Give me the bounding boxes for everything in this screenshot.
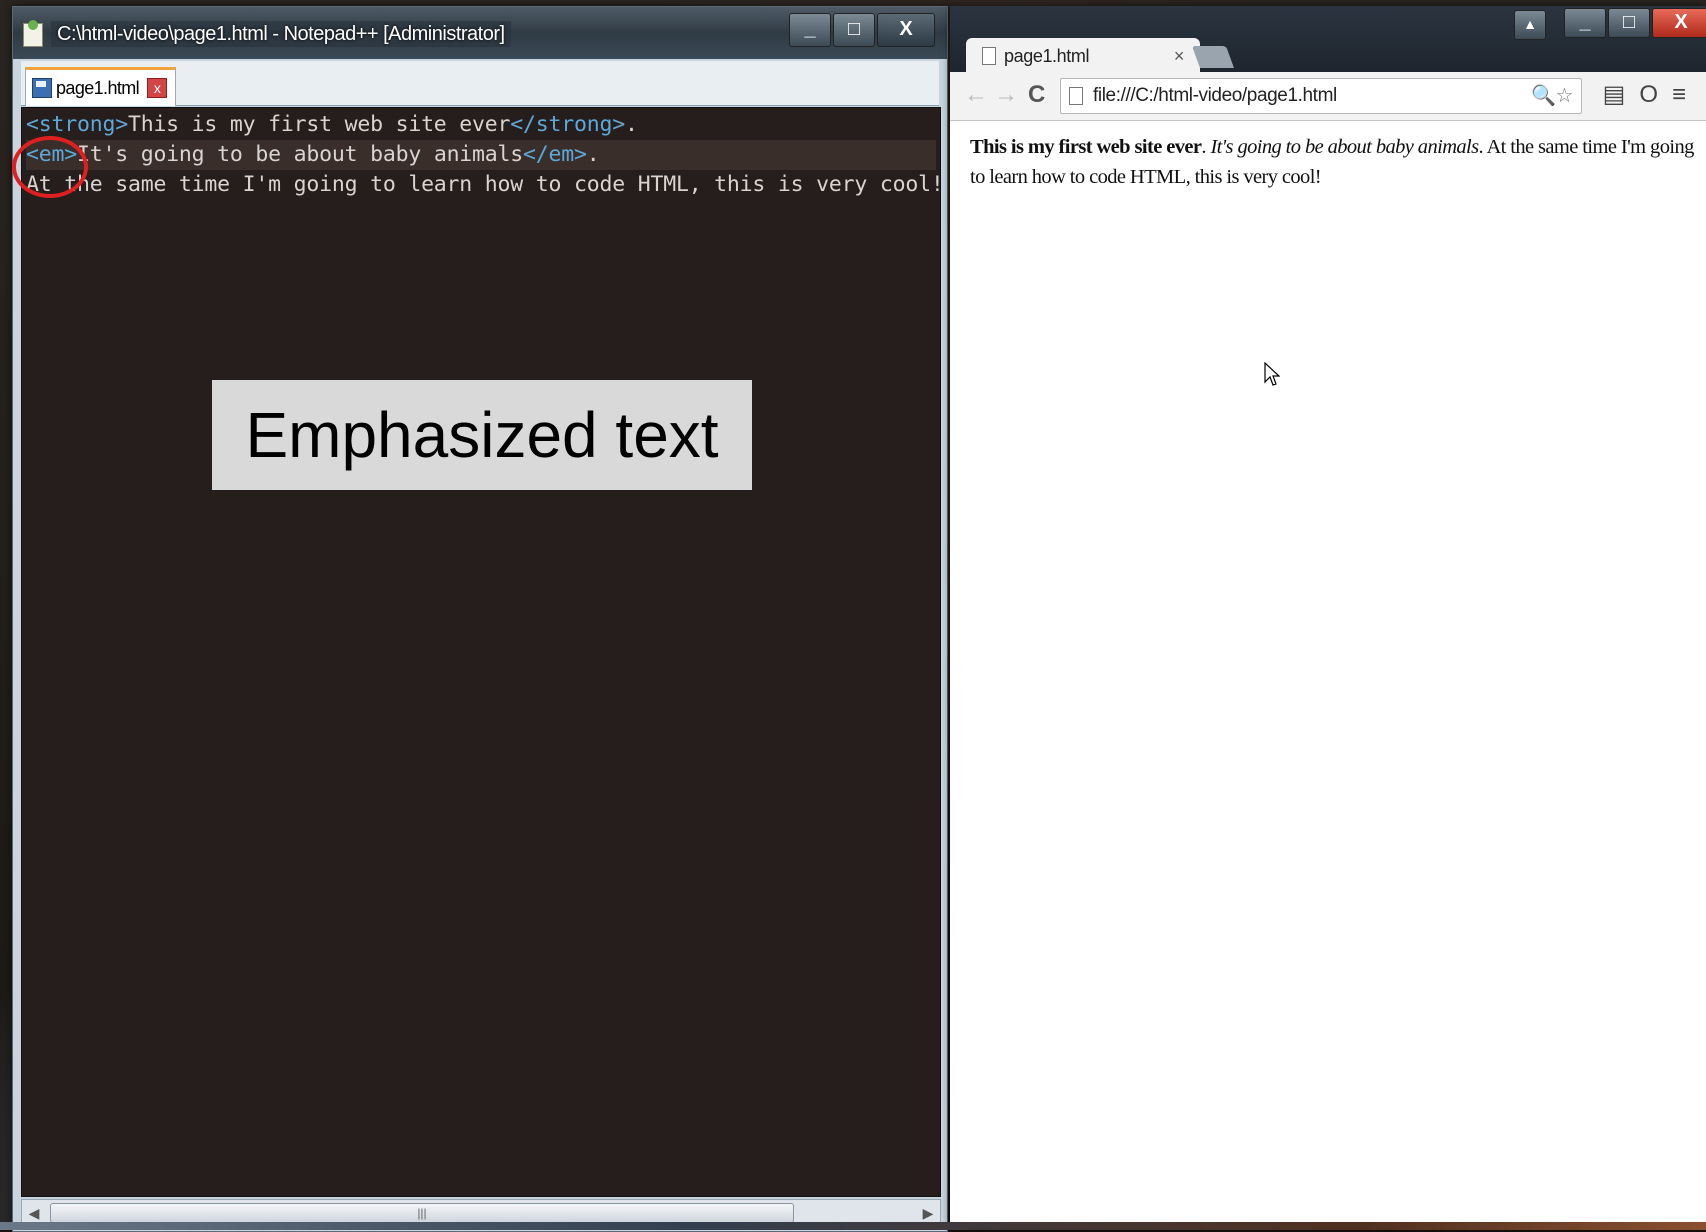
browser-toolbar: ← → C file:///C:/html-video/page1.html 🔍… <box>950 72 1706 121</box>
notepad-tab-strip: page1.html x <box>21 61 939 106</box>
back-arrow-icon[interactable]: ← <box>964 80 988 110</box>
scrollbar-thumb[interactable]: ||| <box>50 1203 794 1223</box>
maximize-button[interactable]: □ <box>1608 8 1650 38</box>
html-tag-token: </em> <box>523 142 587 167</box>
code-editor[interactable]: <strong>This is my first web site ever</… <box>21 107 941 1197</box>
notepad-title: C:\html-video\page1.html - Notepad++ [Ad… <box>51 21 511 47</box>
tab-page1-html[interactable]: page1.html x <box>25 67 177 106</box>
code-line[interactable]: At the same time I'm going to learn how … <box>26 170 940 200</box>
tab-label: page1.html <box>56 77 140 98</box>
minimize-button[interactable]: _ <box>1564 8 1606 38</box>
browser-window-controls: _ □ X <box>1562 8 1706 42</box>
code-line-current[interactable]: <em>It's going to be about baby animals<… <box>26 140 936 170</box>
browser-titlebar[interactable]: ▲ _ □ X page1.html × <box>950 6 1706 74</box>
emphasized-text: It's going to be about baby animals <box>1210 136 1479 158</box>
close-button[interactable]: X <box>877 13 935 47</box>
minimize-button[interactable]: _ <box>789 13 831 47</box>
mouse-cursor-icon <box>1264 362 1280 386</box>
code-line[interactable]: <strong>This is my first web site ever</… <box>26 110 936 140</box>
highlight-circle-annotation <box>12 136 88 198</box>
extension-menu-icons[interactable]: ▤O≡ <box>1603 80 1700 109</box>
new-tab-button[interactable] <box>1191 46 1235 68</box>
browser-tab-title: page1.html <box>1004 46 1090 66</box>
callout-label: Emphasized text <box>212 380 752 490</box>
html-tag-token: <strong> <box>26 112 128 137</box>
code-text-token: . <box>586 142 600 167</box>
code-text-token: At the same time I'm going to learn how … <box>26 172 941 197</box>
browser-tab[interactable]: page1.html × <box>966 38 1200 74</box>
notepad-window: C:\html-video\page1.html - Notepad++ [Ad… <box>12 6 948 1232</box>
profile-icon[interactable]: ▲ <box>1514 10 1546 40</box>
page-content: This is my first web site ever. It's goi… <box>970 132 1696 192</box>
save-icon <box>32 78 52 98</box>
reload-icon[interactable]: C <box>1028 80 1045 110</box>
address-bar[interactable]: file:///C:/html-video/page1.html 🔍☆ <box>1060 78 1582 114</box>
taskbar-edge <box>0 1222 1706 1230</box>
url-text: file:///C:/html-video/page1.html <box>1093 85 1337 106</box>
html-tag-token: </strong> <box>510 112 625 137</box>
close-button[interactable]: X <box>1652 8 1706 38</box>
strong-text: This is my first web site ever <box>970 136 1202 158</box>
code-text-token: This is my first web site ever <box>127 112 511 137</box>
page-icon <box>982 47 996 65</box>
code-text-token: It's going to be about baby animals <box>76 142 524 167</box>
forward-arrow-icon[interactable]: → <box>994 80 1018 110</box>
page-icon <box>1069 87 1083 105</box>
zoom-bookmark-icons[interactable]: 🔍☆ <box>1531 79 1573 113</box>
notepad-titlebar[interactable]: C:\html-video\page1.html - Notepad++ [Ad… <box>13 7 947 59</box>
notepad-window-controls: _ □ X <box>787 13 935 47</box>
browser-window: ▲ _ □ X page1.html × ← → C file:///C:/ht… <box>950 6 1706 1230</box>
code-text-token: . <box>624 112 638 137</box>
maximize-button[interactable]: □ <box>833 13 875 47</box>
tab-close-icon[interactable]: x <box>147 78 168 98</box>
notepad-app-icon <box>23 20 43 47</box>
tab-close-icon[interactable]: × <box>1174 38 1185 74</box>
